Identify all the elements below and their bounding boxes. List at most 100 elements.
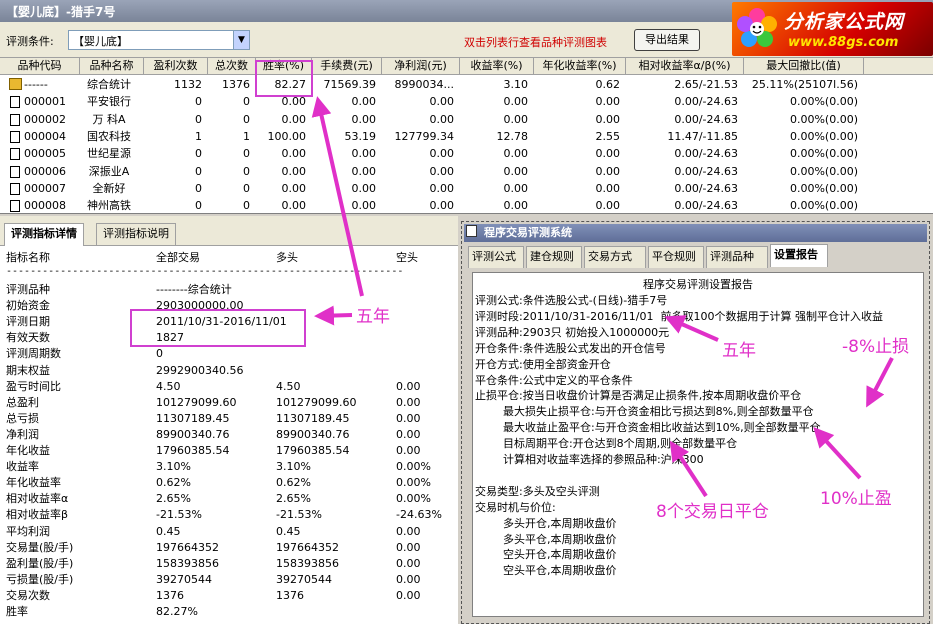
table-cell: 000005: [24, 147, 66, 161]
indicator-tabs: 评测指标详情 评测指标说明: [0, 216, 458, 246]
table-cell: 0: [243, 147, 250, 161]
table-cell: 0: [195, 181, 202, 195]
indicator-value: 197664352: [156, 540, 219, 554]
condition-select[interactable]: 【婴儿底】 ▼: [68, 30, 250, 50]
table-cell: 0: [195, 112, 202, 126]
report-line: 空头开仓,本周期收盘价: [475, 548, 617, 562]
indicator-value: 89900340.76: [156, 427, 230, 441]
indicator-value: 0.00: [396, 588, 421, 602]
indicator-value: 197664352: [276, 540, 339, 554]
table-cell: 0.00: [595, 147, 621, 161]
table-cell: 0.00/-24.63: [674, 164, 738, 178]
table-cell: 0.00: [503, 147, 529, 161]
column-header[interactable]: 收益率(%): [460, 58, 534, 75]
indicator-value: 101279099.60: [276, 395, 357, 409]
dialog-tab[interactable]: 交易方式: [584, 246, 646, 268]
document-icon: [10, 200, 20, 213]
indicator-value: 17960385.54: [156, 444, 230, 457]
report-line: 最大损失止损平仓:与开仓资金相比亏损达到8%,则全部数量平仓: [475, 405, 814, 419]
site-logo: 分析家公式网 www.88gs.com: [732, 2, 933, 56]
table-cell: 0.00: [503, 112, 529, 126]
table-cell: 000008: [24, 199, 66, 213]
table-cell: 0.00: [429, 181, 455, 195]
table-cell: 8990034...: [394, 78, 454, 91]
condition-label: 评测条件:: [6, 35, 54, 48]
summary-icon: [9, 78, 22, 90]
indicator-value: 2992900340.56: [156, 363, 244, 377]
table-cell: 0.00: [351, 199, 377, 213]
indicator-value: -21.53%: [156, 508, 202, 522]
report-line: 评测品种:2903只 初始投入1000000元: [475, 325, 670, 339]
indicator-value: 0.00: [396, 572, 421, 586]
results-table-header: 品种代码 品种名称 盈利次数 总次数 胜率(%) 手续费(元) 净利润(元) 收益率(%) 年化…: [0, 58, 933, 75]
table-row[interactable]: 000002 万 科A 0 0 0.00 0.00 0.00 0.00 0.00 0.00/-24…: [0, 111, 870, 128]
tab-indicator-description[interactable]: 评测指标说明: [96, 223, 176, 245]
table-row[interactable]: ------ 综合统计 1132 1376 82.27 71569.39 8990034..…: [0, 76, 870, 93]
table-cell: 0.00: [281, 112, 307, 126]
indicator-value: 0.00%: [396, 476, 431, 490]
tab-indicator-detail[interactable]: 评测指标详情: [4, 223, 84, 246]
dialog-tab[interactable]: 建仓规则: [526, 246, 582, 268]
column-header[interactable]: 手续费(元): [312, 58, 382, 75]
table-cell: 神州高铁: [87, 199, 131, 213]
report-line: 开仓条件:条件选股公式发出的开仓信号: [475, 341, 666, 355]
indicator-value: 0.00: [396, 540, 421, 554]
chevron-down-icon[interactable]: ▼: [233, 31, 249, 49]
table-row[interactable]: 000001 平安银行 0 0 0.00 0.00 0.00 0.00 0.00 0.00/-24…: [0, 93, 870, 110]
table-row[interactable]: 000007 全新好 0 0 0.00 0.00 0.00 0.00 0.00 0.00/-24.…: [0, 180, 870, 197]
table-cell: 0: [195, 95, 202, 109]
column-header[interactable]: 盈利次数: [144, 58, 208, 75]
annotation-five-years-right: 五年: [722, 341, 756, 361]
indicator-name: 亏损量(股/手): [6, 572, 74, 586]
column-header[interactable]: 最大回撤比(值): [744, 58, 864, 75]
table-cell: 0.00/-24.63: [674, 147, 738, 161]
table-cell: 71569.39: [323, 78, 377, 91]
table-cell: 0: [243, 164, 250, 178]
table-row[interactable]: 000004 国农科技 1 1 100.00 53.19 127799.34 12.78 2.5…: [0, 128, 870, 145]
column-header[interactable]: 总次数: [208, 58, 256, 75]
date-range-highlight-box: [130, 309, 306, 347]
table-row[interactable]: 000005 世纪星源 0 0 0.00 0.00 0.00 0.00 0.00 0.00/-24…: [0, 145, 870, 162]
indicator-value: 39270544: [276, 572, 332, 586]
table-cell: 0.00: [595, 164, 621, 178]
dialog-title: 程序交易评测系统: [464, 224, 927, 242]
document-icon: [10, 113, 20, 126]
table-cell: 国农科技: [87, 129, 131, 143]
column-header[interactable]: 相对收益率α/β(%): [626, 58, 744, 75]
report-line: 空头平仓,本周期收盘价: [475, 564, 617, 578]
dialog-tab[interactable]: 平仓规则: [648, 246, 704, 268]
indicator-value: 0.00: [396, 427, 421, 441]
indicator-value: --------综合统计: [156, 283, 232, 296]
indicator-panel: 评测指标详情 评测指标说明 指标名称 全部交易 多头 空头 ----------…: [0, 216, 458, 624]
dialog-tab[interactable]: 评测品种: [706, 246, 768, 268]
column-header[interactable]: 品种代码: [0, 58, 80, 75]
table-cell: 0.00: [503, 95, 529, 109]
report-line: 开仓方式:使用全部资金开仓: [475, 357, 611, 371]
table-cell: 0.00: [595, 95, 621, 109]
indicator-name: 期末权益: [6, 363, 50, 377]
indicator-value: 2.65%: [276, 492, 311, 506]
report-line: 评测公式:条件选股公式-(日线)-猎手7号: [475, 294, 668, 307]
column-header[interactable]: 年化收益率(%): [534, 58, 626, 75]
indicator-name: 初始资金: [6, 299, 50, 313]
column-header[interactable]: 品种名称: [80, 58, 144, 75]
export-button[interactable]: 导出结果: [634, 29, 700, 51]
report-line: 目标周期平仓:开仓达到8个周期,则全部数量平仓: [475, 437, 738, 451]
table-cell: 平安银行: [87, 95, 131, 109]
table-cell: 0.00%(0.00): [789, 95, 858, 109]
indicator-name: 总亏损: [6, 411, 39, 425]
indicator-value: 3.10%: [156, 460, 191, 474]
indicator-value: 89900340.76: [276, 427, 350, 441]
column-header[interactable]: 净利润(元): [382, 58, 460, 75]
indicator-name: 评测品种: [6, 283, 50, 296]
report-line: 交易时机与价位:: [475, 500, 556, 514]
annotation-take-profit: 10%止盈: [820, 489, 892, 509]
table-cell: 0.00: [595, 181, 621, 195]
table-cell: 12.78: [496, 129, 529, 143]
dialog-tab[interactable]: 设置报告: [770, 244, 828, 267]
table-row[interactable]: 000006 深振业A 0 0 0.00 0.00 0.00 0.00 0.00 0.00/-24…: [0, 163, 870, 180]
indicator-name: 盈利量(股/手): [6, 556, 74, 570]
table-cell: 0.00: [595, 199, 621, 213]
table-row[interactable]: 000008 神州高铁 0 0 0.00 0.00 0.00 0.00 0.00 0.00/-24…: [0, 197, 870, 214]
dialog-tab[interactable]: 评测公式: [468, 246, 524, 268]
